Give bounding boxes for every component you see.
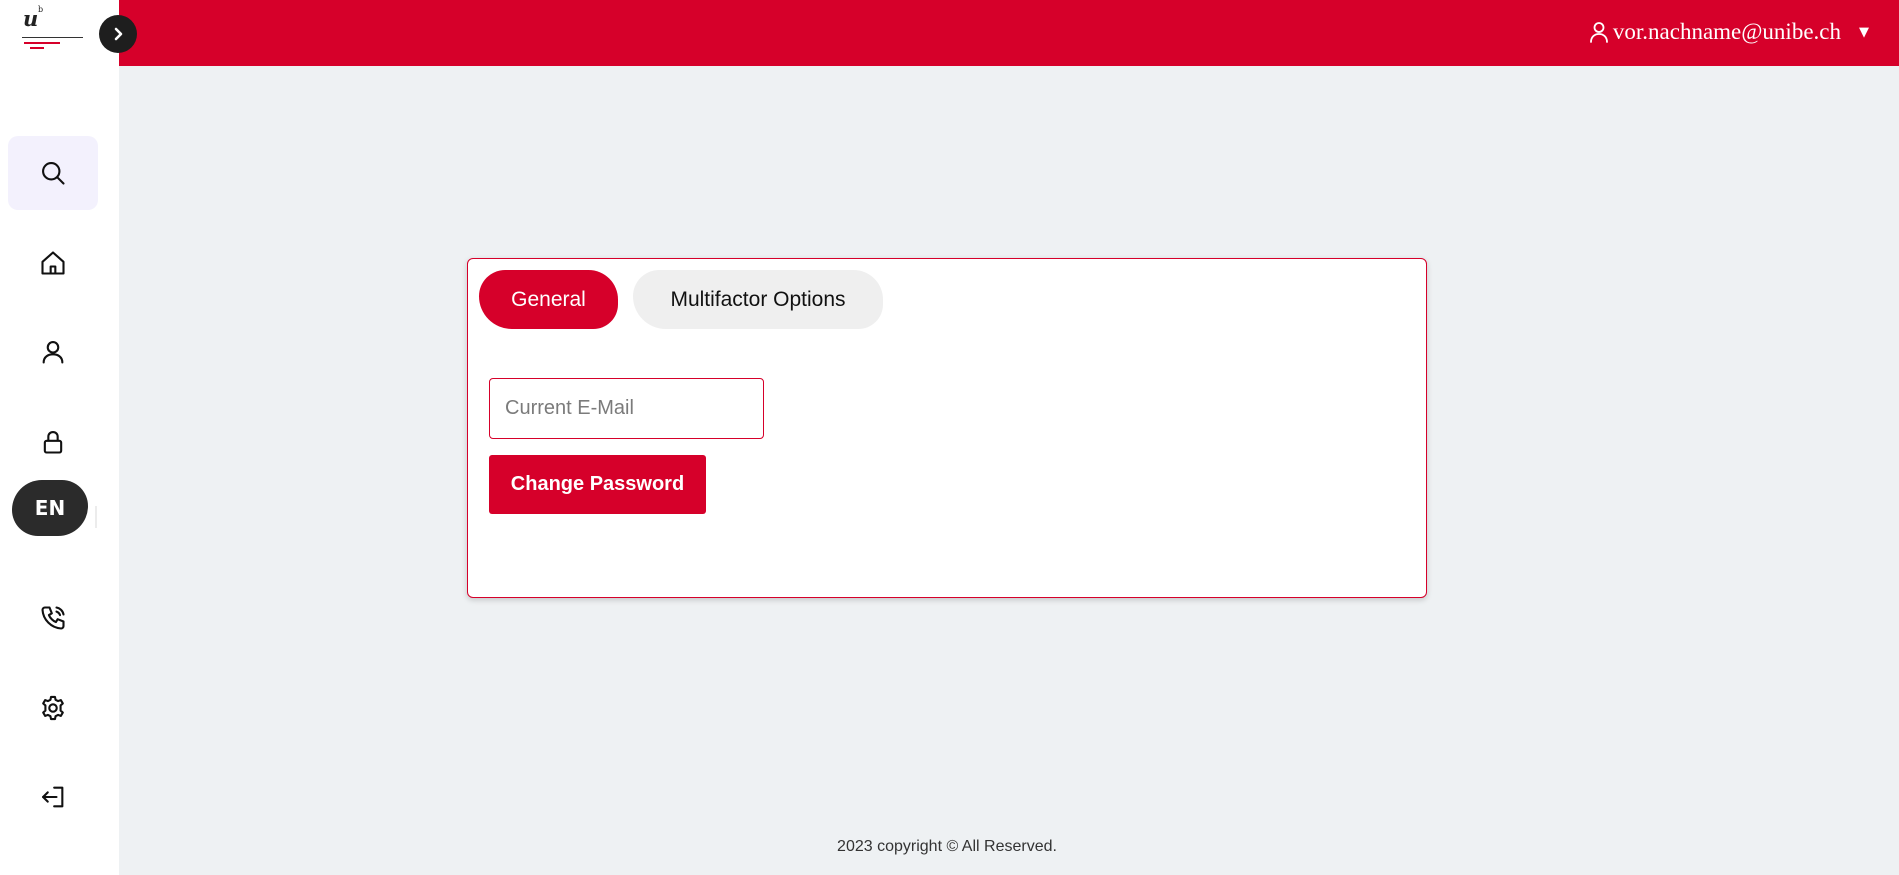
lock-icon	[43, 431, 63, 454]
user-email: vor.nachname@unibe.ch	[1612, 19, 1841, 44]
sidebar-item-contact[interactable]	[8, 581, 98, 655]
chevron-down-icon: ▼	[1859, 24, 1869, 40]
search-icon	[42, 162, 65, 185]
sidebar-item-logout[interactable]	[8, 760, 98, 834]
sidebar-item-home[interactable]	[8, 226, 98, 300]
logo-subtext	[30, 47, 44, 49]
sidebar: u b EN	[0, 0, 119, 875]
logo-subtext	[24, 42, 60, 44]
sidebar-item-settings[interactable]	[8, 671, 98, 745]
logo-superscript: b	[38, 5, 44, 14]
sidebar-item-security[interactable]	[8, 405, 98, 479]
user-menu-dropdown[interactable]: vor.nachname@unibe.ch ▼	[1587, 14, 1869, 50]
phone-icon	[41, 606, 65, 630]
sidebar-item-profile[interactable]	[8, 315, 98, 389]
chevron-right-icon	[114, 27, 123, 41]
main-content: General Multifactor Options Change Passw…	[119, 66, 1899, 875]
language-switch-button[interactable]: EN	[12, 480, 88, 536]
footer-copyright: 2023 copyright © All Reserved.	[837, 838, 1057, 855]
gear-icon	[42, 695, 64, 721]
tab-general[interactable]: General	[479, 270, 618, 329]
sidebar-item-search[interactable]	[8, 136, 98, 210]
user-icon	[1589, 22, 1608, 43]
divider	[95, 506, 97, 528]
sidebar-toggle-button[interactable]	[99, 15, 137, 53]
tab-multifactor-options[interactable]: Multifactor Options	[633, 270, 883, 329]
logo-letter: u	[23, 6, 39, 31]
change-password-button[interactable]: Change Password	[489, 455, 706, 514]
current-email-input[interactable]	[489, 378, 764, 439]
logout-icon	[42, 786, 64, 808]
user-icon	[42, 341, 64, 364]
home-icon	[41, 251, 65, 275]
logo-rule	[22, 37, 83, 38]
top-bar: vor.nachname@unibe.ch ▼	[119, 0, 1899, 66]
account-card: General Multifactor Options Change Passw…	[467, 258, 1427, 598]
university-logo[interactable]: u b	[20, 4, 86, 56]
